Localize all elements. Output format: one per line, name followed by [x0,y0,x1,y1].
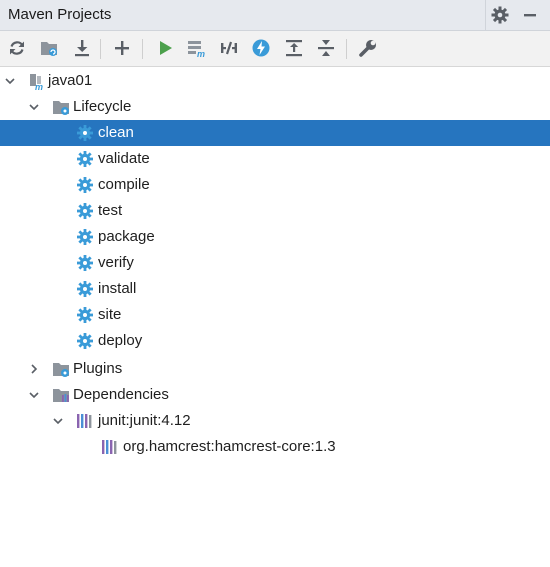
goal-label: clean [98,124,134,141]
chevron-right-icon[interactable] [27,362,41,376]
lifecycle-goal-verify[interactable]: verify [0,250,550,276]
tree-node-dependencies[interactable]: Dependencies [0,382,550,408]
goal-label: test [98,202,123,219]
gear-icon [77,307,93,323]
gear-icon [77,203,93,219]
lifecycle-goal-clean[interactable]: clean [0,120,550,146]
toolbar-divider [142,39,143,59]
goal-label: validate [98,150,150,167]
tree-node-dependency[interactable]: org.hamcrest:hamcrest-core:1.3 [0,434,550,460]
gear-icon [77,255,93,271]
header-divider [485,0,486,30]
dependencies-folder-icon [53,389,69,402]
gear-icon [77,151,93,167]
toolbar-divider [346,39,347,59]
lifecycle-folder-icon [53,101,69,115]
show-dependencies-icon[interactable] [284,38,304,58]
chevron-down-icon[interactable] [51,414,65,428]
execute-goal-icon[interactable]: m [186,38,206,58]
gear-icon [77,229,93,245]
run-icon[interactable] [155,38,175,58]
add-icon[interactable] [112,38,132,58]
library-icon [102,440,117,454]
gear-icon[interactable] [490,5,510,25]
svg-text:m: m [35,82,43,90]
gear-icon [77,125,93,141]
toolbar: m [0,31,550,67]
chevron-down-icon[interactable] [27,388,41,402]
plugins-folder-icon [53,363,69,377]
goal-label: package [98,228,155,245]
goal-label: verify [98,254,134,271]
tree-node-label: Plugins [73,360,123,377]
tree-node-lifecycle[interactable]: Lifecycle [0,94,550,120]
tree-node-dependency[interactable]: junit:junit:4.12 [0,408,550,434]
lifecycle-goal-site[interactable]: site [0,302,550,328]
collapse-all-icon[interactable] [316,38,336,58]
reimport-icon[interactable] [7,38,27,58]
toolbar-divider [100,39,101,59]
tree-node-plugins[interactable]: Plugins [0,356,550,382]
tree-node-label: Dependencies [73,386,169,403]
lifecycle-goal-install[interactable]: install [0,276,550,302]
tree-node-project[interactable]: m java01 [0,68,550,94]
download-icon[interactable] [72,38,92,58]
tree-node-label: org.hamcrest:hamcrest-core:1.3 [123,438,336,455]
toggle-offline-icon[interactable] [219,38,239,58]
goal-label: deploy [98,332,143,349]
skip-tests-icon[interactable] [251,38,271,58]
gear-icon [77,281,93,297]
svg-text:m: m [197,49,205,58]
generate-sources-icon[interactable] [39,38,59,58]
lifecycle-goal-compile[interactable]: compile [0,172,550,198]
panel-header: Maven Projects [0,0,550,31]
tree-node-label: java01 [48,72,93,89]
goal-label: install [98,280,137,297]
lifecycle-goal-package[interactable]: package [0,224,550,250]
gear-icon [77,177,93,193]
panel-title: Maven Projects [8,6,112,23]
hide-icon[interactable] [520,5,540,25]
library-icon [77,414,92,428]
lifecycle-goal-deploy[interactable]: deploy [0,328,550,354]
tree-node-label: junit:junit:4.12 [98,412,191,429]
gear-icon [77,333,93,349]
settings-wrench-icon[interactable] [358,38,378,58]
tree-node-label: Lifecycle [73,98,132,115]
lifecycle-goal-test[interactable]: test [0,198,550,224]
chevron-down-icon[interactable] [27,100,41,114]
goal-label: site [98,306,122,323]
chevron-down-icon[interactable] [3,74,17,88]
lifecycle-goal-validate[interactable]: validate [0,146,550,172]
goal-label: compile [98,176,150,193]
maven-project-icon: m [30,74,43,90]
